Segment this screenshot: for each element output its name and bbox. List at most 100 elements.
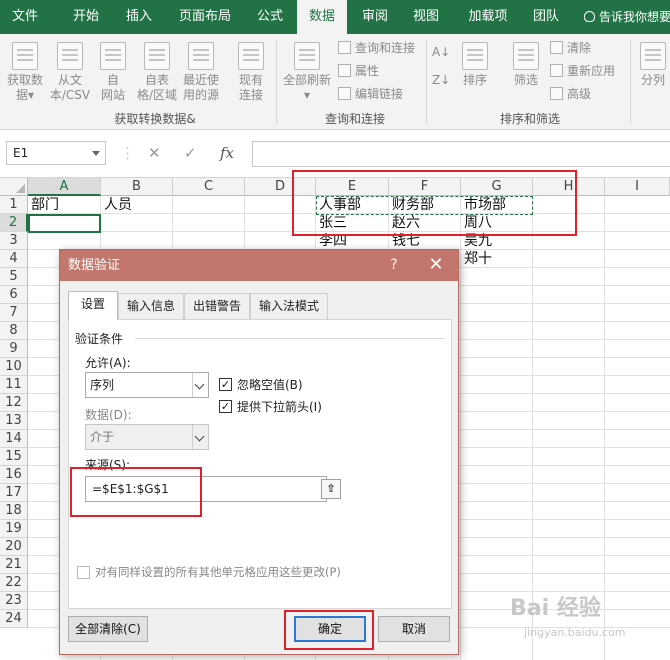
watermark: Bai 经验 jingyan.baidu.com <box>510 590 660 650</box>
cell-g4[interactable]: 郑十 <box>461 250 492 268</box>
close-button[interactable]: ✕ <box>422 250 450 281</box>
tab-page-layout[interactable]: 页面布局 <box>170 0 240 34</box>
existing-connections-button[interactable]: 现有 连接 <box>232 42 270 103</box>
from-web-button[interactable]: 自 网站 <box>94 42 132 103</box>
group-separator <box>276 40 277 124</box>
reapply-icon <box>550 64 563 77</box>
apply-all-checkbox[interactable] <box>77 566 90 579</box>
collapse-dialog-icon[interactable]: ⇧ <box>321 479 341 499</box>
column-header-i[interactable]: I <box>605 178 670 196</box>
tell-me-box[interactable]: 告诉我你想要 <box>584 0 670 34</box>
column-header-a[interactable]: A <box>28 178 101 196</box>
tab-team[interactable]: 团队 <box>524 0 568 34</box>
tab-settings[interactable]: 设置 <box>68 291 118 320</box>
properties-button[interactable]: 属性 <box>338 61 379 81</box>
tab-addins[interactable]: 加载项 <box>460 0 516 34</box>
lightbulb-icon <box>584 11 595 22</box>
row-header-15[interactable]: 15 <box>0 448 28 466</box>
clear-all-button[interactable]: 全部清除(C) <box>68 616 148 642</box>
cancel-button[interactable]: 取消 <box>378 616 450 642</box>
row-header-12[interactable]: 12 <box>0 394 28 412</box>
get-data-line1: 获取数 <box>6 73 43 87</box>
get-data-button[interactable]: 获取数 据▾ <box>4 42 46 103</box>
select-all-corner[interactable] <box>0 178 28 196</box>
row-header-16[interactable]: 16 <box>0 466 28 484</box>
sort-az-icon[interactable]: A↓ <box>432 42 450 62</box>
settings-panel: 验证条件 允许(A): 序列 ✓ 忽略空值(B) ✓ 提供下拉箭头(I) 数据(… <box>68 319 452 609</box>
tab-home[interactable]: 开始 <box>62 0 110 34</box>
refresh-all-button[interactable]: 全部刷新 ▾ <box>280 42 334 103</box>
row-header-20[interactable]: 20 <box>0 538 28 556</box>
from-text-csv-button[interactable]: 从文 本/CSV <box>48 42 92 103</box>
row-header-10[interactable]: 10 <box>0 358 28 376</box>
properties-icon <box>338 64 351 77</box>
cell-a1[interactable]: 部门 <box>28 196 59 214</box>
refresh-line2: ▾ <box>303 88 311 102</box>
row-header-13[interactable]: 13 <box>0 412 28 430</box>
row-header-5[interactable]: 5 <box>0 268 28 286</box>
annotation-box-source-input <box>70 467 202 517</box>
enter-icon[interactable]: ✓ <box>184 144 197 162</box>
in-cell-dropdown-label: 提供下拉箭头(I) <box>237 400 322 414</box>
reapply-button[interactable]: 重新应用 <box>550 61 615 81</box>
row-header-22[interactable]: 22 <box>0 574 28 592</box>
advanced-filter-button[interactable]: 高级 <box>550 84 591 104</box>
allow-label: 允许(A): <box>85 356 131 370</box>
clear-filter-button[interactable]: 清除 <box>550 38 591 58</box>
name-box[interactable]: E1 <box>6 141 106 165</box>
row-header-21[interactable]: 21 <box>0 556 28 574</box>
column-header-b[interactable]: B <box>101 178 173 196</box>
cell-b1[interactable]: 人员 <box>101 196 132 214</box>
group-label-queries: 查询和连接 <box>324 112 385 126</box>
tab-insert[interactable]: 插入 <box>116 0 162 34</box>
cancel-icon[interactable]: ✕ <box>148 144 161 162</box>
chevron-down-icon[interactable] <box>192 373 208 397</box>
row-header-17[interactable]: 17 <box>0 484 28 502</box>
filter-button[interactable]: 筛选 <box>506 42 546 88</box>
tab-input-message[interactable]: 输入信息 <box>118 293 184 319</box>
row-header-6[interactable]: 6 <box>0 286 28 304</box>
row-header-11[interactable]: 11 <box>0 376 28 394</box>
row-header-8[interactable]: 8 <box>0 322 28 340</box>
recent-sources-button[interactable]: 最近使 用的源 <box>180 42 222 103</box>
allow-select[interactable]: 序列 <box>85 372 209 398</box>
annotation-box-ok-button <box>284 610 374 650</box>
clear-filter-label: 清除 <box>567 41 592 55</box>
row-header-19[interactable]: 19 <box>0 520 28 538</box>
text-to-columns-button[interactable]: 分列 <box>636 42 670 88</box>
formula-input[interactable] <box>252 141 670 167</box>
row-header-18[interactable]: 18 <box>0 502 28 520</box>
row-header-3[interactable]: 3 <box>0 232 28 250</box>
column-header-c[interactable]: C <box>173 178 245 196</box>
sort-label: 排序 <box>462 73 487 87</box>
tab-error-alert[interactable]: 出错警告 <box>184 293 250 319</box>
row-header-1[interactable]: 1 <box>0 196 28 214</box>
edit-links-button[interactable]: 编辑链接 <box>338 84 403 104</box>
row-header-2[interactable]: 2 <box>0 214 28 232</box>
chevron-down-icon[interactable] <box>92 151 100 156</box>
tab-formulas[interactable]: 公式 <box>250 0 290 34</box>
tab-data[interactable]: 数据 <box>297 0 347 34</box>
properties-label: 属性 <box>355 64 380 78</box>
row-header-14[interactable]: 14 <box>0 430 28 448</box>
watermark-text: Bai 经验 <box>510 596 601 621</box>
sort-icon <box>462 42 488 70</box>
insert-function-icon[interactable]: fx <box>220 144 234 162</box>
queries-connections-button[interactable]: 查询和连接 <box>338 38 415 58</box>
ignore-blank-checkbox[interactable]: ✓ <box>219 378 232 391</box>
row-header-4[interactable]: 4 <box>0 250 28 268</box>
sort-za-icon[interactable]: Z↓ <box>432 70 450 90</box>
tab-ime-mode[interactable]: 输入法模式 <box>250 293 328 319</box>
row-header-7[interactable]: 7 <box>0 304 28 322</box>
help-button[interactable]: ? <box>380 250 408 281</box>
row-header-24[interactable]: 24 <box>0 610 28 628</box>
tab-review[interactable]: 审阅 <box>355 0 395 34</box>
tab-file[interactable]: 文件 <box>0 0 50 34</box>
from-table-button[interactable]: 自表 格/区域 <box>134 42 180 103</box>
in-cell-dropdown-checkbox[interactable]: ✓ <box>219 400 232 413</box>
tab-view[interactable]: 视图 <box>406 0 446 34</box>
row-header-23[interactable]: 23 <box>0 592 28 610</box>
row-header-9[interactable]: 9 <box>0 340 28 358</box>
advanced-filter-label: 高级 <box>567 87 592 101</box>
sort-button[interactable]: 排序 <box>456 42 494 88</box>
